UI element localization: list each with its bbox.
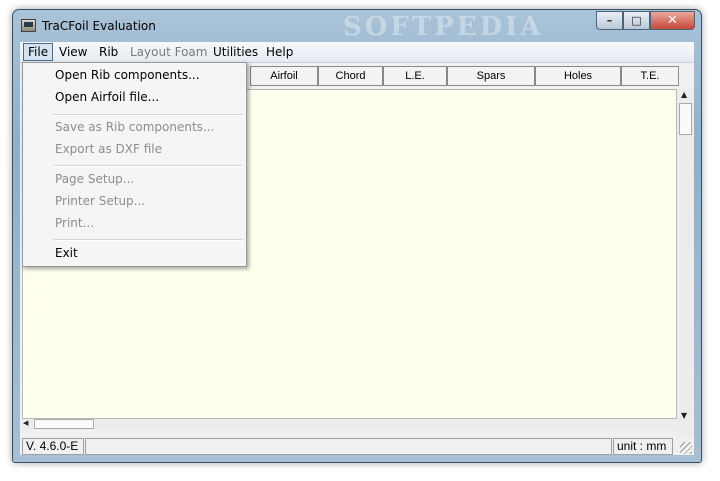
tab-airfoil[interactable]: Airfoil xyxy=(250,66,318,86)
menu-export-dxf[interactable]: Export as DXF file xyxy=(55,142,162,156)
menu-print[interactable]: Print... xyxy=(55,216,94,230)
menu-open-rib-components[interactable]: Open Rib components... xyxy=(55,68,200,82)
app-icon[interactable] xyxy=(21,19,36,32)
file-menu-dropdown: Open Rib components... Open Airfoil file… xyxy=(22,62,247,267)
tab-te[interactable]: T.E. xyxy=(621,66,679,86)
menu-separator xyxy=(53,165,243,167)
menu-utilities[interactable]: Utilities xyxy=(209,44,262,60)
title-bar[interactable]: TraCFoil Evaluation SOFTPEDIA – □ ✕ xyxy=(13,10,701,42)
menu-exit[interactable]: Exit xyxy=(55,246,78,260)
menu-view[interactable]: View xyxy=(55,44,91,60)
scroll-down-icon[interactable]: ▼ xyxy=(681,411,687,420)
horizontal-scrollbar[interactable]: ◀ xyxy=(22,419,677,430)
menu-layout-foam[interactable]: Layout Foam xyxy=(126,44,211,60)
menu-separator xyxy=(53,239,243,241)
menu-separator xyxy=(53,114,243,116)
maximize-button[interactable]: □ xyxy=(623,11,650,30)
menu-bar: File View Rib Layout Foam Utilities Help xyxy=(20,42,694,63)
vertical-scrollbar[interactable]: ▲ ▼ xyxy=(677,89,694,437)
scroll-left-icon[interactable]: ◀ xyxy=(23,419,28,427)
tab-spars[interactable]: Spars xyxy=(447,66,535,86)
tab-chord[interactable]: Chord xyxy=(318,66,383,86)
menu-file[interactable]: File xyxy=(23,43,54,61)
minimize-button[interactable]: – xyxy=(596,11,623,30)
menu-page-setup[interactable]: Page Setup... xyxy=(55,172,134,186)
close-icon: ✕ xyxy=(667,13,678,28)
horizontal-scroll-thumb[interactable] xyxy=(34,419,94,429)
unit-label: unit : mm xyxy=(613,438,673,455)
menu-rib[interactable]: Rib xyxy=(95,44,122,60)
menu-save-as-rib-components[interactable]: Save as Rib components... xyxy=(55,120,214,134)
menu-help[interactable]: Help xyxy=(262,44,297,60)
tab-holes[interactable]: Holes xyxy=(535,66,621,86)
window-controls: – □ ✕ xyxy=(596,11,695,31)
watermark-text: SOFTPEDIA xyxy=(343,12,544,42)
maximize-icon: □ xyxy=(631,14,642,27)
menu-open-airfoil-file[interactable]: Open Airfoil file... xyxy=(55,90,159,104)
window-title: TraCFoil Evaluation xyxy=(42,19,156,33)
status-message xyxy=(85,438,612,455)
status-bar: V. 4.6.0-E unit : mm xyxy=(20,437,694,455)
resize-grip-icon[interactable] xyxy=(680,442,692,454)
menu-printer-setup[interactable]: Printer Setup... xyxy=(55,194,145,208)
tab-le[interactable]: L.E. xyxy=(383,66,447,86)
minimize-icon: – xyxy=(606,14,613,27)
version-label: V. 4.6.0-E xyxy=(22,438,84,455)
scroll-up-icon[interactable]: ▲ xyxy=(681,90,687,99)
vertical-scroll-thumb[interactable] xyxy=(679,103,692,135)
close-button[interactable]: ✕ xyxy=(650,11,695,30)
